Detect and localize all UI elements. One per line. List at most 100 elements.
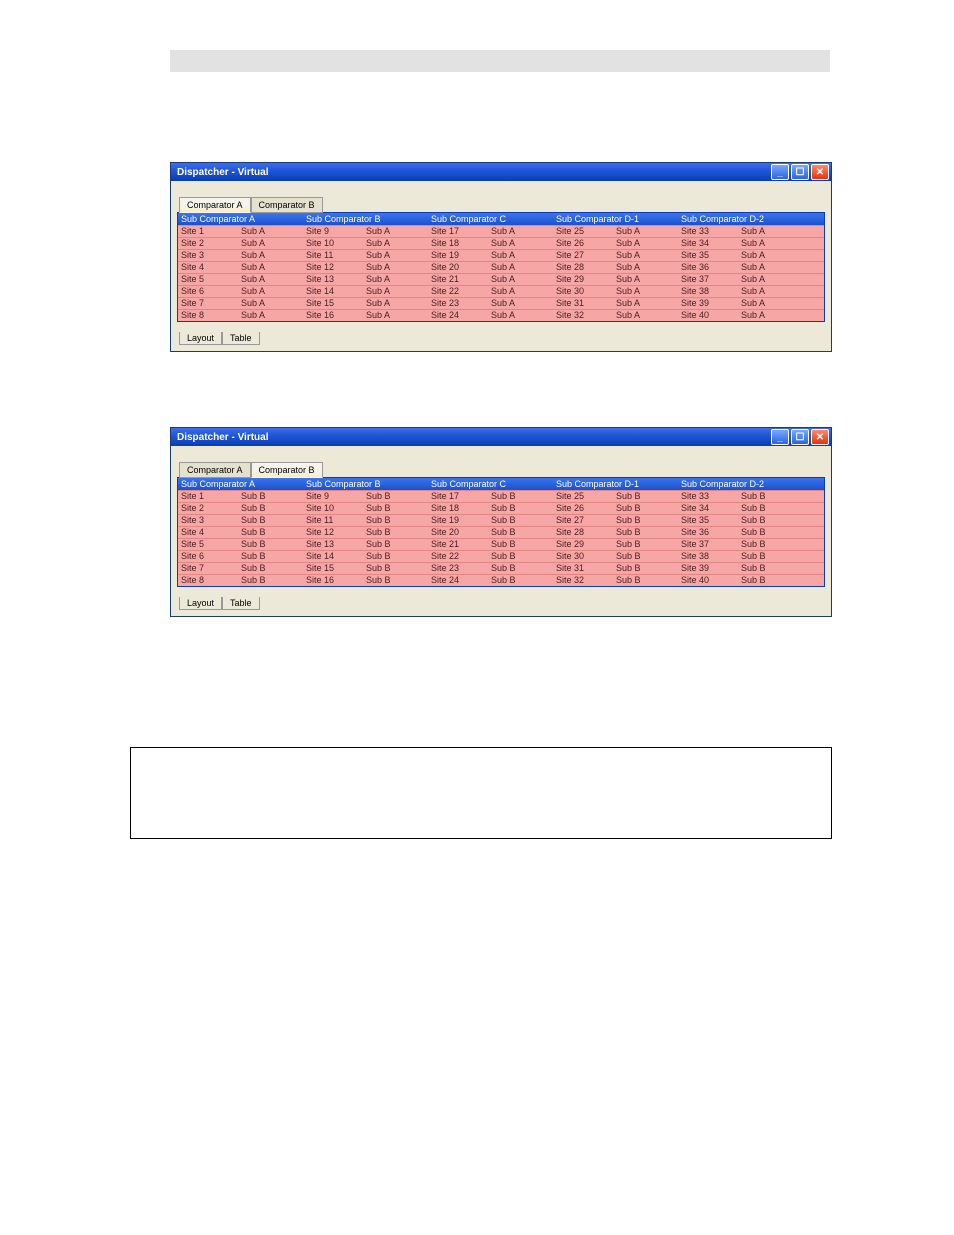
site-cell: Site 4	[178, 527, 238, 538]
col-header-b[interactable]: Sub Comparator B	[303, 478, 428, 490]
table-row[interactable]: Site 5Sub BSite 13Sub BSite 21Sub BSite …	[178, 538, 824, 550]
bottom-tab-table[interactable]: Table	[222, 332, 260, 345]
tab-comparator-a[interactable]: Comparator A	[179, 197, 251, 213]
site-cell: Site 26	[553, 503, 613, 514]
sub-cell: Sub B	[488, 527, 553, 538]
table-row[interactable]: Site 4Sub BSite 12Sub BSite 20Sub BSite …	[178, 526, 824, 538]
site-cell: Site 39	[678, 298, 738, 309]
sub-cell: Sub B	[488, 491, 553, 502]
bottom-tab-layout[interactable]: Layout	[179, 597, 222, 610]
maximize-button[interactable]: ☐	[791, 164, 809, 180]
site-cell: Site 34	[678, 238, 738, 249]
site-cell: Site 21	[428, 274, 488, 285]
sub-cell: Sub A	[613, 310, 678, 321]
maximize-icon: ☐	[796, 167, 805, 178]
close-button[interactable]: ✕	[811, 429, 829, 445]
table-row[interactable]: Site 3Sub ASite 11Sub ASite 19Sub ASite …	[178, 249, 824, 261]
table-row[interactable]: Site 1Sub BSite 9Sub BSite 17Sub BSite 2…	[178, 490, 824, 502]
col-header-a[interactable]: Sub Comparator A	[178, 213, 303, 225]
col-header-c[interactable]: Sub Comparator C	[428, 478, 553, 490]
col-header-c[interactable]: Sub Comparator C	[428, 213, 553, 225]
sub-cell: Sub B	[738, 515, 793, 526]
site-cell: Site 8	[178, 575, 238, 586]
sub-cell: Sub B	[238, 563, 303, 574]
sub-cell: Sub B	[363, 527, 428, 538]
sub-cell: Sub B	[738, 563, 793, 574]
maximize-button[interactable]: ☐	[791, 429, 809, 445]
col-header-d1[interactable]: Sub Comparator D-1	[553, 213, 678, 225]
site-cell: Site 6	[178, 551, 238, 562]
table-row[interactable]: Site 6Sub BSite 14Sub BSite 22Sub BSite …	[178, 550, 824, 562]
site-cell: Site 11	[303, 250, 363, 261]
site-cell: Site 23	[428, 298, 488, 309]
sub-cell: Sub A	[738, 286, 793, 297]
sub-cell: Sub A	[488, 310, 553, 321]
sub-cell: Sub B	[613, 503, 678, 514]
site-cell: Site 10	[303, 503, 363, 514]
sub-cell: Sub A	[738, 262, 793, 273]
minimize-button[interactable]: _	[771, 429, 789, 445]
sub-cell: Sub B	[488, 503, 553, 514]
site-cell: Site 26	[553, 238, 613, 249]
sub-cell: Sub B	[363, 491, 428, 502]
site-cell: Site 25	[553, 226, 613, 237]
site-cell: Site 37	[678, 539, 738, 550]
tab-comparator-b[interactable]: Comparator B	[251, 197, 323, 213]
sub-cell: Sub A	[363, 250, 428, 261]
bottom-tab-layout[interactable]: Layout	[179, 332, 222, 345]
table-row[interactable]: Site 1Sub ASite 9Sub ASite 17Sub ASite 2…	[178, 225, 824, 237]
tab-comparator-b[interactable]: Comparator B	[251, 462, 323, 478]
table-row[interactable]: Site 2Sub BSite 10Sub BSite 18Sub BSite …	[178, 502, 824, 514]
site-cell: Site 28	[553, 262, 613, 273]
sub-cell: Sub B	[238, 551, 303, 562]
sub-cell: Sub B	[613, 515, 678, 526]
sub-cell: Sub A	[238, 226, 303, 237]
site-cell: Site 33	[678, 491, 738, 502]
table-row[interactable]: Site 3Sub BSite 11Sub BSite 19Sub BSite …	[178, 514, 824, 526]
col-header-d1[interactable]: Sub Comparator D-1	[553, 478, 678, 490]
site-cell: Site 27	[553, 515, 613, 526]
table-row[interactable]: Site 6Sub ASite 14Sub ASite 22Sub ASite …	[178, 285, 824, 297]
table-row[interactable]: Site 7Sub BSite 15Sub BSite 23Sub BSite …	[178, 562, 824, 574]
table-row[interactable]: Site 7Sub ASite 15Sub ASite 23Sub ASite …	[178, 297, 824, 309]
site-cell: Site 31	[553, 298, 613, 309]
col-header-b[interactable]: Sub Comparator B	[303, 213, 428, 225]
close-button[interactable]: ✕	[811, 164, 829, 180]
bottom-tab-table[interactable]: Table	[222, 597, 260, 610]
tab-comparator-a[interactable]: Comparator A	[179, 462, 251, 478]
sub-cell: Sub B	[238, 491, 303, 502]
site-cell: Site 19	[428, 250, 488, 261]
site-cell: Site 33	[678, 226, 738, 237]
titlebar[interactable]: Dispatcher - Virtual _ ☐ ✕	[171, 428, 831, 446]
site-cell: Site 8	[178, 310, 238, 321]
sub-cell: Sub A	[363, 274, 428, 285]
site-cell: Site 12	[303, 262, 363, 273]
site-cell: Site 16	[303, 575, 363, 586]
table-row[interactable]: Site 5Sub ASite 13Sub ASite 21Sub ASite …	[178, 273, 824, 285]
sub-cell: Sub B	[238, 503, 303, 514]
col-header-d2[interactable]: Sub Comparator D-2	[678, 213, 793, 225]
sub-cell: Sub B	[613, 539, 678, 550]
site-cell: Site 7	[178, 563, 238, 574]
site-cell: Site 5	[178, 274, 238, 285]
table-row[interactable]: Site 4Sub ASite 12Sub ASite 20Sub ASite …	[178, 261, 824, 273]
site-cell: Site 38	[678, 286, 738, 297]
sub-cell: Sub B	[738, 539, 793, 550]
titlebar[interactable]: Dispatcher - Virtual _ ☐ ✕	[171, 163, 831, 181]
table-row[interactable]: Site 8Sub ASite 16Sub ASite 24Sub ASite …	[178, 309, 824, 321]
site-cell: Site 32	[553, 575, 613, 586]
table-row[interactable]: Site 8Sub BSite 16Sub BSite 24Sub BSite …	[178, 574, 824, 586]
col-header-d2[interactable]: Sub Comparator D-2	[678, 478, 793, 490]
sub-cell: Sub B	[488, 563, 553, 574]
sub-cell: Sub B	[738, 527, 793, 538]
minimize-button[interactable]: _	[771, 164, 789, 180]
sub-cell: Sub B	[488, 575, 553, 586]
site-cell: Site 36	[678, 527, 738, 538]
site-cell: Site 19	[428, 515, 488, 526]
site-cell: Site 13	[303, 539, 363, 550]
site-cell: Site 27	[553, 250, 613, 261]
table-row[interactable]: Site 2Sub ASite 10Sub ASite 18Sub ASite …	[178, 237, 824, 249]
sub-cell: Sub B	[738, 551, 793, 562]
col-header-a[interactable]: Sub Comparator A	[178, 478, 303, 490]
sub-cell: Sub A	[738, 226, 793, 237]
